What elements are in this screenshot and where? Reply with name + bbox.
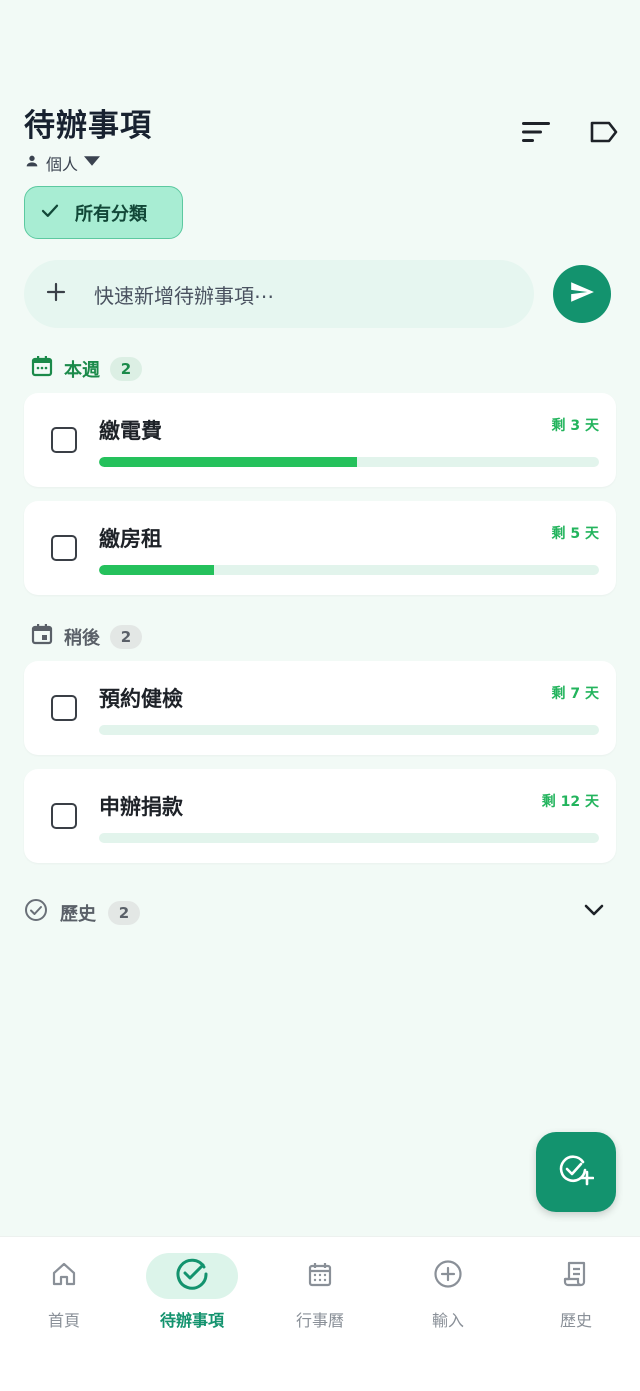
nav-label: 輸入 — [431, 1311, 464, 1330]
task-progress-fill — [99, 565, 214, 575]
profile-label: 個人 — [46, 155, 79, 174]
task-card[interactable]: 申辦捐款 剩 12 天 — [24, 769, 616, 863]
task-checkbox[interactable] — [51, 695, 77, 721]
bottom-navigation: 首頁 待辦事項 行事曆 輸入 歷史 — [0, 1236, 640, 1391]
task-checkbox[interactable] — [51, 535, 77, 561]
check-icon — [41, 202, 59, 223]
calendar-event-icon — [30, 622, 54, 651]
receipt-icon — [562, 1260, 590, 1292]
category-filter-chip[interactable]: 所有分類 — [24, 186, 183, 239]
nav-item-home[interactable]: 首頁 — [0, 1237, 128, 1391]
task-name: 申辦捐款 — [99, 795, 183, 819]
home-icon — [50, 1260, 78, 1292]
history-count-badge: 2 — [108, 900, 140, 925]
page-header: 待辦事項 個人 — [24, 100, 152, 175]
calendar-icon — [306, 1260, 334, 1292]
history-label: 歷史 — [60, 903, 96, 925]
task-name: 繳房租 — [99, 527, 162, 551]
plus-circle-icon — [433, 1259, 463, 1293]
section-count-badge: 2 — [110, 356, 142, 381]
task-due: 剩 7 天 — [551, 686, 600, 702]
nav-item-calendar[interactable]: 行事曆 — [256, 1237, 384, 1391]
plus-icon — [46, 282, 66, 307]
task-progress-bar — [99, 565, 599, 575]
check-circle-outline-icon — [24, 898, 48, 927]
task-due: 剩 12 天 — [541, 794, 599, 810]
page-title: 待辦事項 — [24, 108, 152, 144]
send-button[interactable] — [553, 265, 611, 323]
task-checkbox[interactable] — [51, 427, 77, 453]
section-later: 稍後 2 — [30, 622, 142, 651]
profile-selector[interactable]: 個人 — [24, 151, 152, 175]
caret-down-icon — [84, 153, 101, 173]
nav-item-todo[interactable]: 待辦事項 — [128, 1237, 256, 1391]
check-circle-icon — [175, 1257, 209, 1295]
person-icon — [24, 153, 40, 173]
history-section-toggle[interactable]: 歷史 2 — [24, 898, 604, 927]
nav-item-history[interactable]: 歷史 — [512, 1237, 640, 1391]
chip-label: 所有分類 — [75, 203, 147, 225]
task-card[interactable]: 繳房租 剩 5 天 — [24, 501, 616, 595]
tag-icon[interactable] — [588, 116, 620, 148]
nav-label: 歷史 — [559, 1311, 592, 1330]
task-progress-bar — [99, 457, 599, 467]
nav-label: 待辦事項 — [159, 1311, 224, 1330]
task-due: 剩 5 天 — [551, 526, 600, 542]
quick-add-placeholder: 快速新增待辦事項⋯ — [94, 283, 274, 308]
task-due: 剩 3 天 — [551, 418, 600, 434]
section-count-badge: 2 — [110, 624, 142, 649]
sort-icon[interactable] — [520, 116, 552, 148]
quick-add-field[interactable]: 快速新增待辦事項⋯ — [24, 260, 534, 328]
add-task-fab[interactable] — [536, 1132, 616, 1212]
add-task-icon — [558, 1152, 595, 1192]
section-this-week: 本週 2 — [30, 354, 142, 383]
task-card[interactable]: 預約健檢 剩 7 天 — [24, 661, 616, 755]
nav-label: 首頁 — [47, 1311, 80, 1330]
task-progress-fill — [99, 457, 357, 467]
task-name: 繳電費 — [99, 419, 162, 443]
task-checkbox[interactable] — [51, 803, 77, 829]
section-label: 稍後 — [64, 627, 100, 649]
task-name: 預約健檢 — [99, 687, 183, 711]
nav-label: 行事曆 — [295, 1311, 344, 1330]
send-icon — [569, 279, 595, 309]
chevron-down-icon[interactable] — [584, 900, 604, 921]
task-card[interactable]: 繳電費 剩 3 天 — [24, 393, 616, 487]
calendar-week-icon — [30, 354, 54, 383]
task-progress-bar — [99, 725, 599, 735]
nav-item-input[interactable]: 輸入 — [384, 1237, 512, 1391]
section-label: 本週 — [64, 359, 100, 381]
task-progress-bar — [99, 833, 599, 843]
